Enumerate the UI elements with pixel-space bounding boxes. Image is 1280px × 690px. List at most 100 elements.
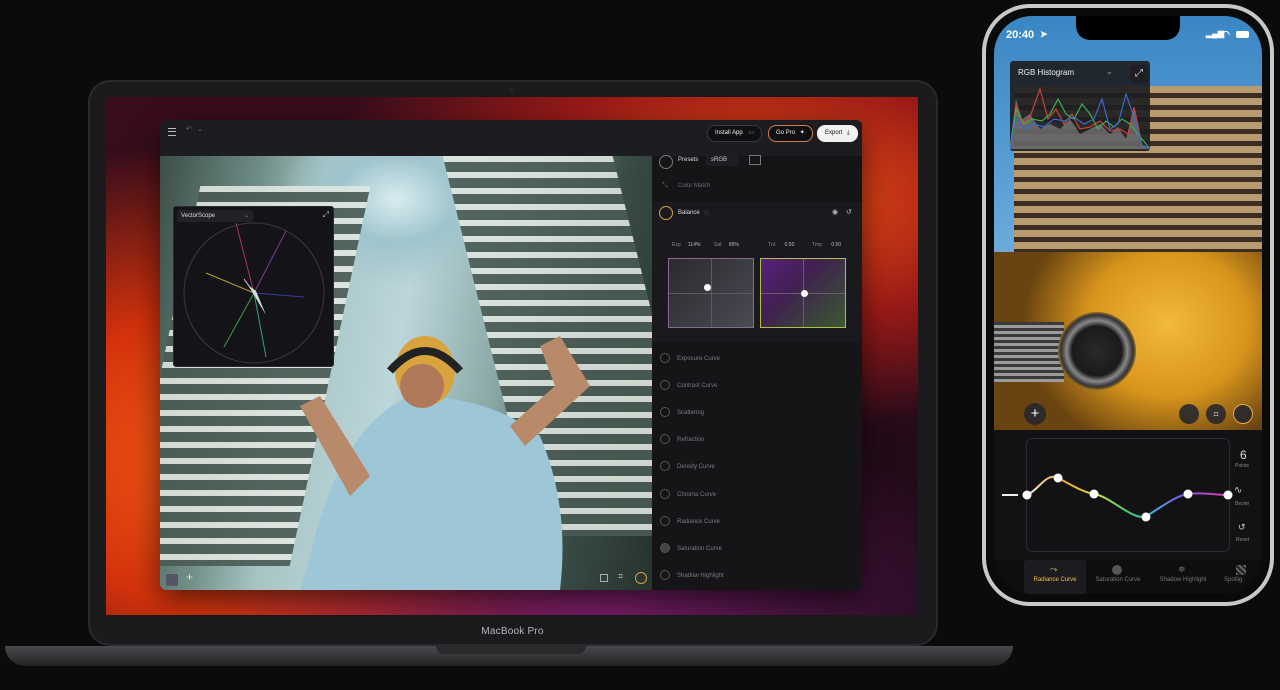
vectorscope-panel: VectorScope ⌄ ⤢: [173, 206, 334, 367]
tab-bar: ve ⤳ Radiance Curve Saturation Curve ≑ S…: [994, 560, 1262, 594]
go-pro-button[interactable]: Go Pro ✦: [768, 125, 813, 142]
reset-icon[interactable]: ↺: [846, 208, 852, 216]
export-button[interactable]: Export ⤓: [817, 125, 858, 142]
scope-toggle-icon[interactable]: [1233, 404, 1253, 424]
laptop-camera: [509, 88, 514, 93]
tab-partial-right[interactable]: Spotlig: [1222, 560, 1262, 594]
install-app-button[interactable]: Install App ▭: [707, 125, 763, 142]
shadow-highlight-tab-icon: ≑: [1178, 564, 1186, 574]
shadow-highlight-icon: [660, 570, 670, 580]
tool-saturation-curve[interactable]: Saturation Curve: [652, 536, 862, 562]
tool-scattering[interactable]: Scattering: [652, 400, 862, 426]
balance-handle[interactable]: [704, 284, 711, 291]
install-app-label: Install App: [715, 130, 743, 136]
color-match-row[interactable]: ⤡ Color Match: [652, 176, 862, 198]
export-label: Export: [825, 130, 843, 136]
redo-icon[interactable]: ⌄: [197, 125, 203, 133]
laptop-model-label: MacBook Pro: [481, 626, 544, 637]
expand-icon[interactable]: ⤢: [1130, 65, 1148, 83]
tab-saturation-curve[interactable]: Saturation Curve: [1088, 560, 1148, 594]
reset-icon[interactable]: ↺: [1238, 522, 1246, 533]
presets-label[interactable]: Presets: [678, 157, 698, 163]
battery-icon: [1236, 31, 1249, 38]
balance-pad-luma[interactable]: [668, 258, 754, 328]
tab-radiance-curve[interactable]: ⤳ Radiance Curve: [1024, 560, 1086, 594]
tool-label: Scattering: [677, 410, 705, 416]
tool-contrast-curve[interactable]: Contrast Curve: [652, 373, 862, 399]
reset-label[interactable]: Reset: [1236, 537, 1249, 543]
tool-shadow-highlight[interactable]: Shadow Highlight: [652, 563, 862, 589]
curve-point: [1183, 489, 1193, 499]
radiance-icon: [660, 516, 670, 526]
tool-label: Chroma Curve: [677, 492, 717, 498]
tab-partial-left[interactable]: ve: [994, 576, 1000, 582]
vectorscope-graph: [183, 222, 325, 364]
info-icon: ⓘ: [704, 212, 711, 218]
tool-radiance-curve[interactable]: Radiance Curve: [652, 509, 862, 535]
photo-canvas[interactable]: VectorScope ⌄ ⤢ + ⌗: [160, 156, 652, 590]
tab-label: Saturation Curve: [1095, 577, 1141, 583]
menu-icon[interactable]: [168, 128, 176, 136]
scattering-icon: [660, 407, 670, 417]
sparkle-icon: ✦: [799, 130, 805, 136]
spotlight-tab-icon: [1236, 565, 1246, 575]
wifi-icon: ◠: [1222, 29, 1230, 39]
bezier-label[interactable]: Bezier: [1235, 501, 1249, 507]
param-tmp[interactable]: Tmp 0.50: [812, 242, 841, 248]
param-sat[interactable]: Sat 89%: [714, 242, 739, 248]
compare-icon[interactable]: [600, 574, 608, 582]
tool-label: Saturation Curve: [677, 546, 723, 552]
add-icon[interactable]: +: [186, 570, 193, 584]
points-count: 6: [1240, 448, 1247, 462]
color-match-label: Color Match: [678, 183, 711, 189]
rgb-histogram-panel: RGB Histogram ⌄: [1010, 61, 1150, 151]
phone-photo-canvas[interactable]: RGB Histogram ⌄ ⤢ + ⌗: [994, 16, 1262, 432]
curve-point: [1223, 490, 1233, 500]
presets-icon[interactable]: [659, 155, 673, 169]
tool-density-curve[interactable]: Density Curve: [652, 454, 862, 480]
monitor-icon[interactable]: [749, 155, 761, 165]
balance-handle-chroma[interactable]: [801, 290, 808, 297]
tab-label: ve: [994, 576, 1001, 582]
tool-label: Density Curve: [677, 464, 715, 470]
param-tmp-value: 0.50: [831, 242, 842, 248]
devices-icon: ▭: [748, 130, 755, 136]
colorspace-select[interactable]: sRGB: [706, 154, 739, 166]
colorspace-value: sRGB: [711, 157, 728, 163]
tab-label: Shadow Highlight: [1159, 577, 1207, 583]
density-icon: [660, 461, 670, 471]
tab-shadow-highlight[interactable]: ≑ Shadow Highlight: [1152, 560, 1214, 594]
param-tnt-label: Tnt: [768, 242, 776, 248]
param-tnt[interactable]: Tnt 0.50: [768, 242, 794, 248]
tool-exposure-curve[interactable]: Exposure Curve: [652, 346, 862, 372]
curve-point: [1141, 512, 1151, 522]
adjustments-sidebar: Presets sRGB ⤡ Color Match Balance ⓘ ◉ ↺…: [652, 154, 862, 590]
exposure-icon: [660, 353, 670, 363]
undo-icon[interactable]: ↶: [186, 125, 192, 133]
balance-label: Balance: [678, 210, 700, 216]
scope-toggle-icon[interactable]: [635, 572, 647, 584]
histogram-graph: [1010, 86, 1150, 149]
add-button[interactable]: +: [1024, 403, 1046, 425]
eye-icon[interactable]: ◉: [832, 208, 838, 216]
chroma-icon: [660, 489, 670, 499]
balance-pad-chroma[interactable]: [760, 258, 846, 328]
tool-label: Radiance Curve: [677, 519, 721, 525]
param-exp[interactable]: Exp 114%: [672, 242, 700, 248]
crop-icon[interactable]: ⌗: [1206, 404, 1226, 424]
tool-chroma-curve[interactable]: Chroma Curve: [652, 482, 862, 508]
histogram-title[interactable]: RGB Histogram: [1018, 68, 1074, 77]
thumbnail[interactable]: [166, 574, 178, 586]
param-sat-label: Sat: [714, 242, 722, 248]
tool-refraction[interactable]: Refraction: [652, 427, 862, 453]
go-pro-label: Go Pro: [776, 130, 796, 136]
crop-icon[interactable]: ⌗: [618, 571, 623, 582]
balance-icon[interactable]: [659, 206, 673, 220]
chevron-down-icon[interactable]: ⌄: [1106, 67, 1113, 76]
status-time: 20:40: [1006, 29, 1035, 41]
saturation-tab-icon: [1112, 565, 1122, 575]
bezier-icon[interactable]: ∿: [1234, 485, 1242, 496]
compare-icon[interactable]: [1179, 404, 1199, 424]
param-exp-label: Exp: [672, 242, 681, 248]
radiance-curve-graph[interactable]: [994, 430, 1262, 560]
